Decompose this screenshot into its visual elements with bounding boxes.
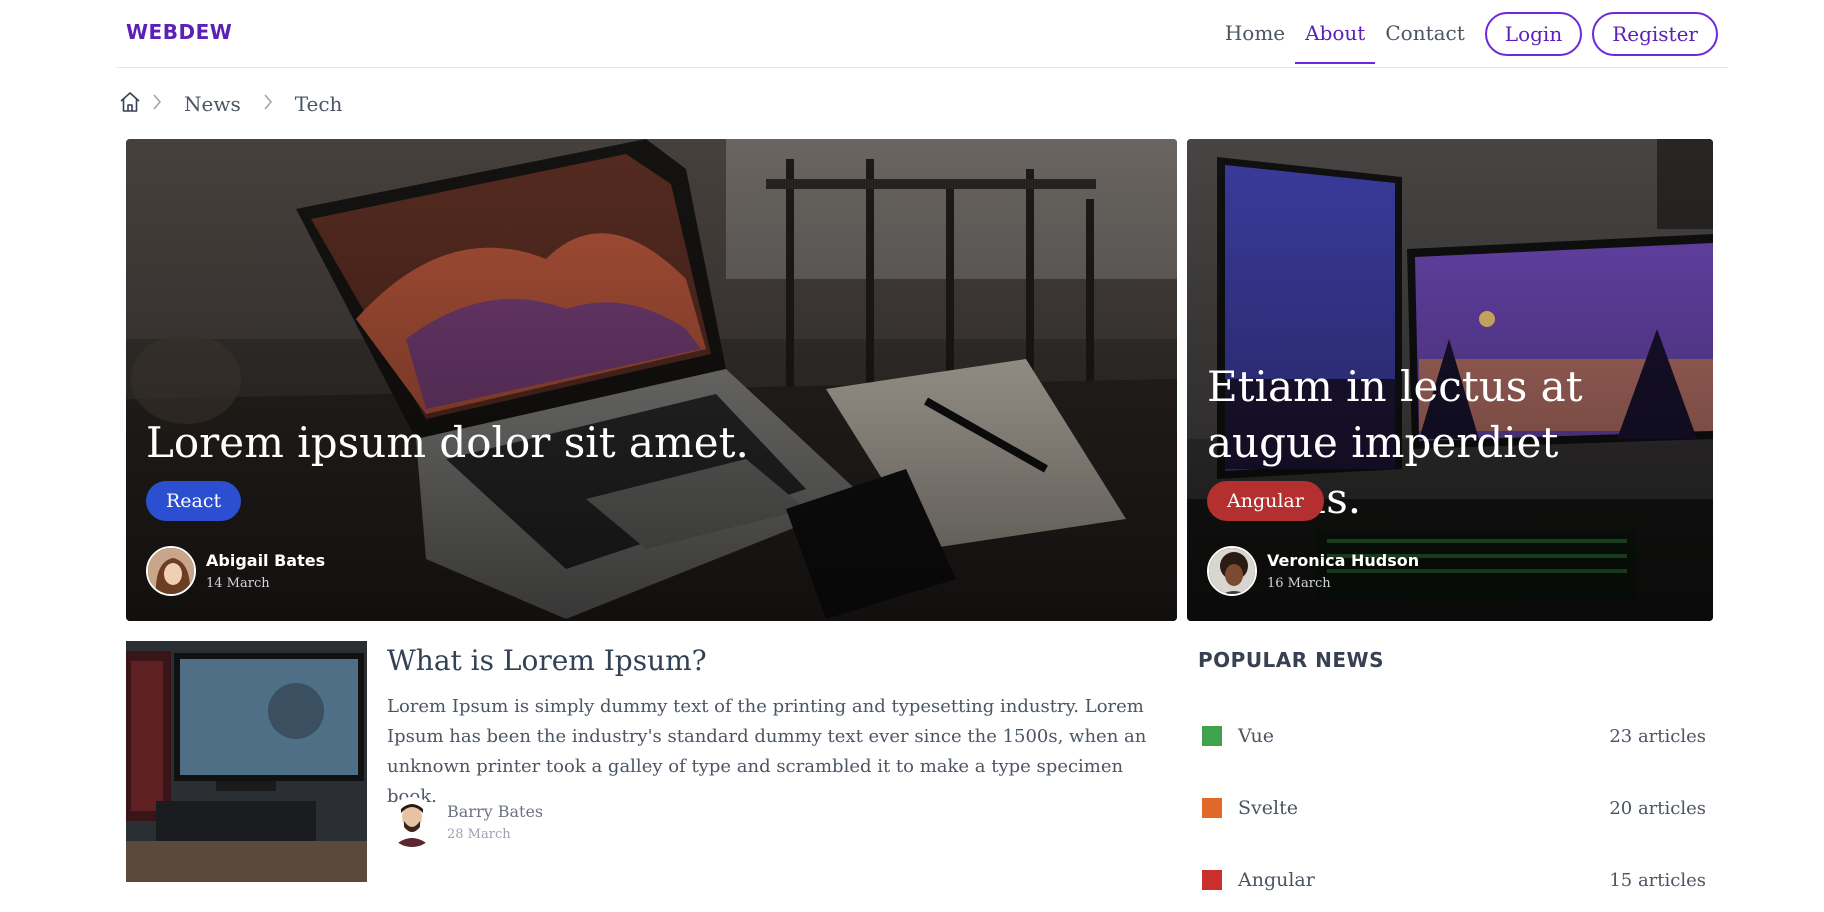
category-color-square — [1202, 726, 1222, 746]
featured-card-2[interactable]: Etiam in lectus at augue imperdiet cursu… — [1187, 139, 1713, 621]
nav-links: Home About Contact Login Register — [1215, 0, 1718, 68]
avatar — [1207, 546, 1257, 596]
author-name[interactable]: Veronica Hudson — [1267, 551, 1419, 570]
popular-news-list: Vue 23 articles Svelte 20 articles Angul… — [1198, 700, 1710, 912]
post-date: 14 March — [206, 576, 270, 591]
article-thumbnail[interactable] — [126, 641, 367, 882]
popular-item-count: 15 articles — [1609, 869, 1706, 891]
post-date: 16 March — [1267, 576, 1331, 591]
popular-item-count: 20 articles — [1609, 797, 1706, 819]
article-author: Barry Bates 28 March — [387, 796, 543, 848]
author-block: Veronica Hudson 16 March — [1207, 545, 1419, 597]
tag-badge[interactable]: React — [146, 481, 242, 521]
featured-card-1[interactable]: Lorem ipsum dolor sit amet. React Abigai… — [126, 139, 1177, 621]
popular-news-title: POPULAR NEWS — [1198, 648, 1385, 672]
article-excerpt: Lorem Ipsum is simply dummy text of the … — [387, 696, 1147, 807]
popular-item-label: Angular — [1238, 869, 1315, 891]
nav-link-home[interactable]: Home — [1215, 0, 1295, 68]
breadcrumb-tech[interactable]: Tech — [283, 92, 355, 116]
chevron-right-icon — [253, 93, 283, 115]
breadcrumb: News Tech — [118, 90, 354, 118]
tag-badge[interactable]: Angular — [1207, 481, 1324, 521]
category-color-square — [1202, 870, 1222, 890]
post-date: 28 March — [447, 827, 511, 842]
popular-item-vue[interactable]: Vue 23 articles — [1198, 700, 1710, 772]
avatar — [146, 546, 196, 596]
popular-item-count: 23 articles — [1609, 725, 1706, 747]
login-button[interactable]: Login — [1484, 12, 1583, 56]
chevron-right-icon — [142, 93, 172, 115]
popular-item-svelte[interactable]: Svelte 20 articles — [1198, 772, 1710, 844]
breadcrumb-news[interactable]: News — [172, 92, 253, 116]
author-name[interactable]: Barry Bates — [447, 802, 543, 821]
popular-item-label: Svelte — [1238, 797, 1298, 819]
avatar — [387, 797, 437, 847]
author-block: Abigail Bates 14 March — [146, 545, 325, 597]
popular-item-angular[interactable]: Angular 15 articles — [1198, 844, 1710, 912]
author-name[interactable]: Abigail Bates — [206, 551, 325, 570]
nav-link-contact[interactable]: Contact — [1375, 0, 1474, 68]
category-color-square — [1202, 798, 1222, 818]
register-button[interactable]: Register — [1592, 12, 1718, 56]
featured-title[interactable]: Lorem ipsum dolor sit amet. — [146, 415, 749, 471]
brand-logo[interactable]: WEBDEW — [126, 20, 232, 44]
article-title[interactable]: What is Lorem Ipsum? — [387, 644, 707, 677]
home-icon[interactable] — [118, 90, 142, 118]
navbar: WEBDEW Home About Contact Login Register — [116, 0, 1728, 68]
nav-link-about[interactable]: About — [1295, 0, 1376, 68]
popular-item-label: Vue — [1238, 725, 1274, 747]
